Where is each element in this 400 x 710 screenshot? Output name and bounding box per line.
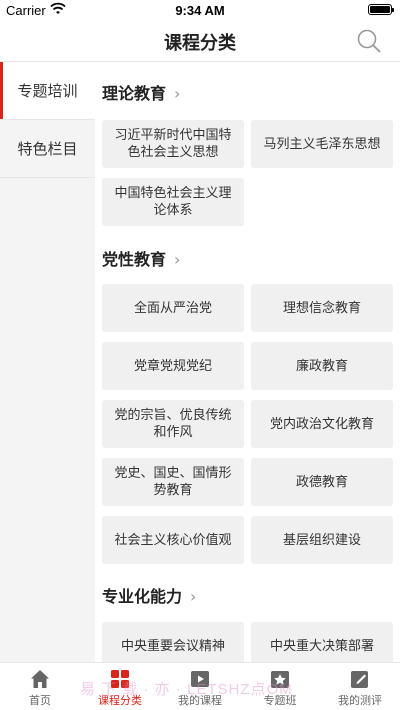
chevron-right-icon: › (174, 250, 181, 269)
category-card[interactable]: 马列主义毛泽东思想 (251, 120, 393, 168)
category-card[interactable]: 党的宗旨、优良传统和作风 (102, 400, 244, 448)
tab-label: 首页 (29, 694, 51, 707)
chevron-right-icon: › (174, 84, 181, 103)
category-sidebar: 专题培训 特色栏目 (0, 62, 95, 662)
category-card[interactable]: 全面从严治党 (102, 284, 244, 332)
card-label: 中央重要会议精神 (120, 638, 225, 654)
card-label: 党的宗旨、优良传统和作风 (114, 408, 232, 440)
card-label: 习近平新时代中国特色社会主义思想 (114, 128, 232, 160)
tab-bar: 首页 课程分类 我的课程 专题班 我的测评 (0, 662, 400, 710)
sidebar-item-featured-columns[interactable]: 特色栏目 (0, 120, 95, 178)
category-card[interactable]: 中央重要会议精神 (102, 622, 244, 662)
card-label: 党内政治文化教育 (269, 416, 374, 432)
section-title: 理论教育 (102, 84, 167, 103)
section-title: 党性教育 (102, 250, 167, 269)
card-label: 政德教育 (295, 474, 348, 490)
home-icon (31, 670, 49, 688)
battery-icon (368, 4, 394, 15)
status-bar: Carrier 9:34 AM (0, 0, 400, 20)
section-title: 专业化能力 (102, 587, 183, 606)
category-card[interactable]: 中央重大决策部署 (251, 622, 393, 662)
card-label: 党史、国史、国情形势教育 (114, 466, 232, 498)
tab-special-class[interactable]: 专题班 (240, 663, 320, 710)
video-play-icon (191, 671, 209, 687)
edit-note-icon (351, 671, 368, 688)
tab-course-categories[interactable]: 课程分类 (80, 663, 160, 710)
category-card[interactable]: 政德教育 (251, 458, 393, 506)
card-label: 社会主义核心价值观 (114, 532, 232, 548)
card-label: 廉政教育 (295, 358, 348, 374)
chevron-right-icon: › (190, 587, 197, 606)
category-card[interactable]: 中国特色社会主义理论体系 (102, 178, 244, 226)
clock: 9:34 AM (175, 3, 225, 18)
category-card[interactable]: 理想信念教育 (251, 284, 393, 332)
category-card[interactable]: 社会主义核心价值观 (102, 516, 244, 564)
category-card[interactable]: 基层组织建设 (251, 516, 393, 564)
card-label: 基层组织建设 (282, 532, 361, 548)
navigation-bar: 课程分类 (0, 20, 400, 62)
card-label: 理想信念教育 (282, 300, 361, 316)
category-card[interactable]: 廉政教育 (251, 342, 393, 390)
category-card[interactable]: 党章党规党纪 (102, 342, 244, 390)
tab-home[interactable]: 首页 (0, 663, 80, 710)
card-label: 中国特色社会主义理论体系 (114, 186, 232, 218)
category-card[interactable]: 党内政治文化教育 (251, 400, 393, 448)
page-title: 课程分类 (164, 33, 236, 54)
search-icon[interactable] (356, 28, 382, 54)
card-label: 党章党规党纪 (133, 358, 212, 374)
section-header-party-spirit[interactable]: 党性教育 › (102, 246, 180, 270)
section-header-professional-ability[interactable]: 专业化能力 › (102, 583, 196, 607)
star-badge-icon (271, 671, 289, 688)
tab-my-courses[interactable]: 我的课程 (160, 663, 240, 710)
tab-label: 课程分类 (98, 694, 142, 707)
category-grid-icon (111, 670, 129, 688)
card-label: 全面从严治党 (133, 300, 212, 316)
tab-label: 专题班 (263, 694, 297, 707)
tab-label: 我的测评 (338, 694, 382, 707)
category-card[interactable]: 党史、国史、国情形势教育 (102, 458, 244, 506)
category-content: 理论教育 › 习近平新时代中国特色社会主义思想 马列主义毛泽东思想 中国特色社会主… (95, 62, 400, 662)
sidebar-item-label: 专题培训 (17, 82, 78, 100)
card-label: 马列主义毛泽东思想 (263, 136, 381, 152)
tab-my-assessment[interactable]: 我的测评 (320, 663, 400, 710)
tab-label: 我的课程 (178, 694, 222, 707)
category-card[interactable]: 习近平新时代中国特色社会主义思想 (102, 120, 244, 168)
section-header-theory[interactable]: 理论教育 › (102, 80, 180, 104)
sidebar-item-special-training[interactable]: 专题培训 (0, 62, 95, 120)
sidebar-item-label: 特色栏目 (17, 140, 78, 158)
card-label: 中央重大决策部署 (269, 638, 374, 654)
